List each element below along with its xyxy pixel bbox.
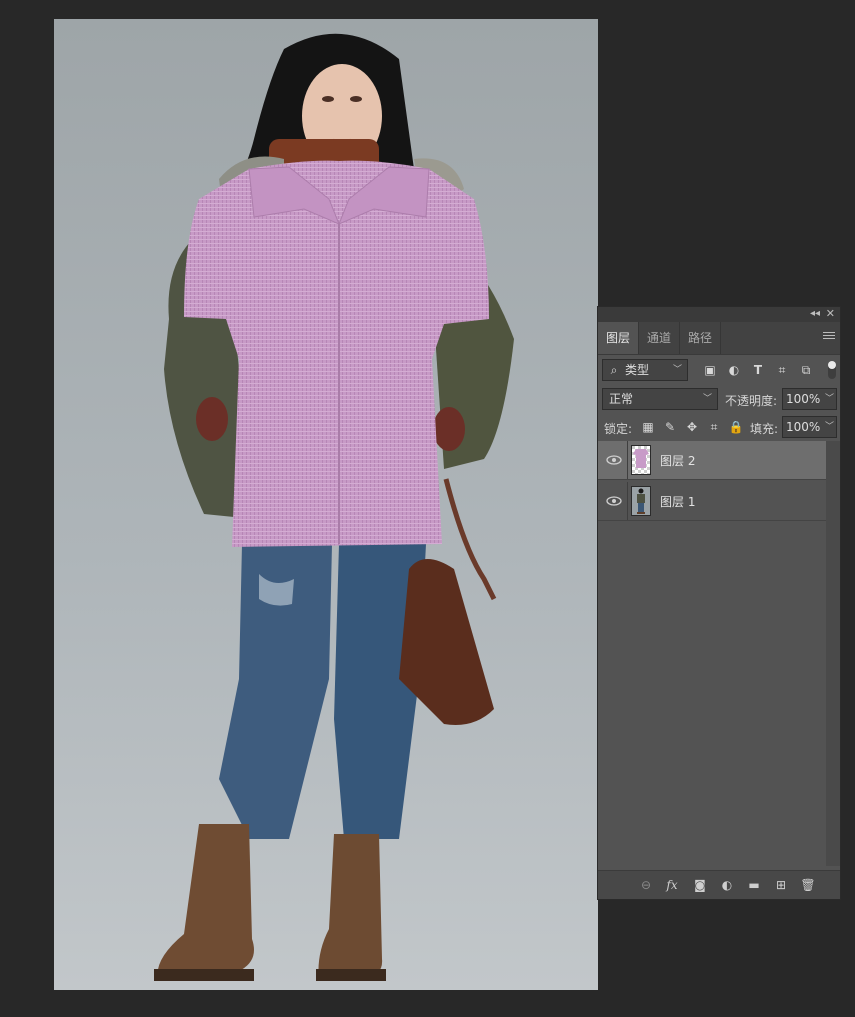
pink-shirt-thumbnail	[631, 445, 651, 475]
search-icon: ⌕	[610, 363, 618, 377]
layer-row-1[interactable]: 图层 1	[598, 482, 826, 521]
blend-row: 正常 ﹀ 不透明度: 100% ﹀	[598, 385, 840, 413]
photo-image	[154, 33, 514, 981]
opacity-field[interactable]: 100% ﹀	[782, 388, 837, 410]
blend-mode-dropdown[interactable]: 正常 ﹀	[602, 388, 718, 410]
image-filter-icon[interactable]: ▣	[702, 362, 718, 378]
shape-filter-icon[interactable]: ⌗	[774, 362, 790, 378]
delete-layer-icon[interactable]: 🗑	[800, 877, 816, 893]
type-filter-icon[interactable]: T	[750, 362, 766, 378]
lock-position-icon[interactable]: ✥	[684, 419, 700, 435]
chevron-down-icon: ﹀	[824, 422, 834, 432]
lock-all-icon[interactable]: 🔒	[728, 419, 744, 435]
filter-kind-dropdown[interactable]: ⌕ 类型 ﹀	[602, 359, 688, 381]
opacity-label: 不透明度:	[725, 394, 778, 408]
panel-bottom-toolbar: ⊖ fx ◙ ◐ ▬ ⊞ 🗑	[598, 870, 840, 899]
lock-artboard-icon[interactable]: ⌗	[706, 419, 722, 435]
filter-kind-value: 类型	[625, 363, 650, 377]
panel-titlebar: ◂◂ ✕	[598, 307, 840, 322]
lock-row: 锁定: ▦ ✎ ✥ ⌗ 🔒 填充: 100% ﹀	[598, 413, 840, 441]
document-canvas[interactable]	[54, 19, 598, 990]
fill-field[interactable]: 100% ﹀	[782, 416, 837, 438]
tab-layers[interactable]: 图层	[598, 322, 640, 354]
add-mask-icon[interactable]: ◙	[692, 877, 708, 893]
filter-row: ⌕ 类型 ﹀ ▣ ◐ T ⌗ ⧉	[598, 355, 840, 385]
eye-icon[interactable]	[606, 493, 622, 509]
chevron-down-icon: ﹀	[824, 394, 834, 404]
new-group-icon[interactable]: ▬	[746, 877, 762, 893]
tab-paths[interactable]: 路径	[680, 322, 722, 354]
chevron-down-icon: ﹀	[702, 394, 712, 404]
lock-image-icon[interactable]: ✎	[662, 419, 678, 435]
chevron-down-icon: ﹀	[672, 365, 682, 375]
new-layer-icon[interactable]: ⊞	[773, 877, 789, 893]
close-icon[interactable]: ✕	[826, 307, 835, 321]
person-photo-thumbnail	[631, 486, 651, 516]
new-adjustment-icon[interactable]: ◐	[719, 877, 735, 893]
layers-scrollbar[interactable]	[826, 441, 840, 866]
smart-object-filter-icon[interactable]: ⧉	[798, 362, 814, 378]
filter-toggle[interactable]	[828, 361, 836, 379]
layers-list: 图层 2 图层 1	[598, 441, 840, 866]
panel-tabs: 图层 通道 路径	[598, 322, 840, 355]
eye-icon[interactable]	[606, 452, 622, 468]
collapse-icon[interactable]: ◂◂	[810, 307, 820, 321]
link-layers-icon[interactable]: ⊖	[638, 877, 654, 893]
panel-menu-icon[interactable]	[823, 330, 835, 342]
lock-label: 锁定:	[604, 422, 633, 436]
layer-name: 图层 1	[660, 495, 696, 509]
fill-label: 填充:	[750, 422, 779, 436]
layer-name: 图层 2	[660, 454, 696, 468]
fill-value: 100%	[786, 420, 821, 434]
layer-row-2[interactable]: 图层 2	[598, 441, 826, 480]
layers-panel: ◂◂ ✕ 图层 通道 路径 ⌕ 类型 ﹀ ▣ ◐ T ⌗ ⧉ 正常 ﹀ 不透明度…	[597, 306, 841, 900]
opacity-value: 100%	[786, 392, 821, 406]
fx-icon[interactable]: fx	[664, 877, 680, 893]
tab-channels[interactable]: 通道	[639, 322, 681, 354]
lock-transparent-icon[interactable]: ▦	[640, 419, 656, 435]
adjustment-filter-icon[interactable]: ◐	[726, 362, 742, 378]
blend-mode-value: 正常	[609, 392, 634, 406]
